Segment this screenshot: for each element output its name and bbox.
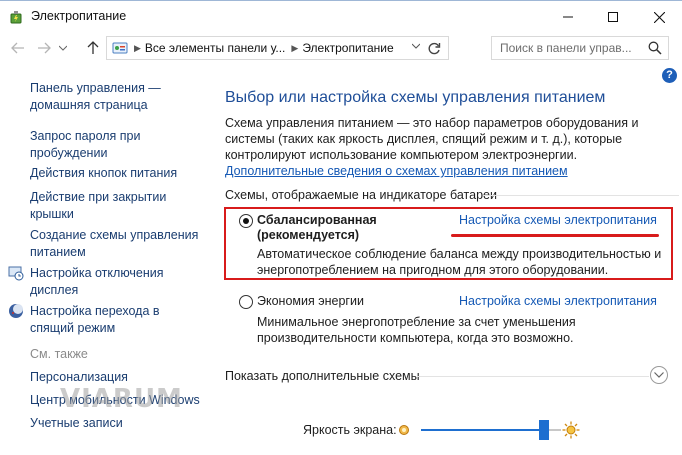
power-battery-icon: [10, 11, 22, 24]
show-more-plans[interactable]: Показать дополнительные схемы: [225, 369, 420, 383]
control-panel-icon: [112, 42, 128, 54]
brightness-slider-thumb[interactable]: [539, 420, 550, 440]
maximize-icon: [608, 12, 618, 22]
search-icon[interactable]: [648, 41, 662, 55]
chevron-down-icon[interactable]: [412, 43, 420, 49]
brightness-high-icon: [562, 421, 580, 439]
minimize-icon: [563, 16, 573, 18]
breadcrumb[interactable]: ▶ Все элементы панели у... ▶ Электропита…: [106, 36, 449, 60]
chevron-down-icon: [59, 45, 67, 51]
plan-balanced-name[interactable]: Сбалансированная (рекомендуется): [257, 213, 447, 243]
page-title: Выбор или настройка схемы управления пит…: [225, 89, 606, 106]
forward-button[interactable]: [34, 38, 54, 58]
section-heading: Схемы, отображаемые на индикаторе батаре…: [225, 188, 497, 202]
see-also-user-accounts[interactable]: Учетные записи: [30, 415, 205, 432]
address-toolbar: ▶ Все элементы панели у... ▶ Электропита…: [0, 33, 682, 63]
close-icon: [653, 11, 665, 23]
plan-power-saver-name[interactable]: Экономия энергии: [257, 294, 364, 309]
up-button[interactable]: [83, 38, 103, 58]
main-content: Выбор или настройка схемы управления пит…: [224, 64, 682, 455]
title-bar: Электропитание: [0, 0, 682, 32]
back-button[interactable]: [8, 38, 28, 58]
sidebar-item-require-password[interactable]: Запрос пароля при пробуждении: [30, 128, 205, 162]
chevron-down-icon: [654, 372, 664, 378]
sidebar-item-sleep[interactable]: Настройка перехода в спящий режим: [30, 303, 205, 337]
plan-power-saver-radio[interactable]: [239, 295, 253, 309]
intro-text: Схема управления питанием — это набор па…: [225, 116, 639, 162]
breadcrumb-power-options[interactable]: Электропитание: [302, 41, 393, 55]
recent-locations-button[interactable]: [56, 38, 70, 58]
sidebar-item-display-off[interactable]: Настройка отключения дисплея: [30, 265, 205, 299]
back-arrow-icon: [11, 42, 24, 54]
forward-arrow-icon: [38, 42, 51, 54]
brightness-label: Яркость экрана:: [303, 423, 397, 437]
intro-paragraph: Схема управления питанием — это набор па…: [225, 115, 655, 179]
brightness-slider-fill: [421, 429, 545, 431]
plan-balanced-radio[interactable]: [239, 214, 253, 228]
sidebar-item-control-panel-home[interactable]: Панель управления — домашняя страница: [30, 80, 205, 114]
minimize-button[interactable]: [545, 1, 591, 33]
sidebar-item-lid-close[interactable]: Действие при закрытии крышки: [30, 189, 205, 223]
see-also-heading: См. также: [30, 347, 88, 361]
sidebar-item-power-buttons[interactable]: Действия кнопок питания: [30, 165, 205, 182]
refresh-icon[interactable]: [426, 41, 442, 57]
breadcrumb-separator: ▶: [291, 42, 299, 53]
watermark: VIARUM: [60, 384, 183, 414]
up-arrow-icon: [87, 41, 99, 54]
highlight-underline: [451, 234, 659, 237]
display-clock-icon: [8, 266, 24, 281]
brightness-low-icon: [399, 425, 409, 435]
more-info-link[interactable]: Дополнительные сведения о схемах управле…: [225, 164, 568, 178]
moon-sleep-icon: [9, 304, 23, 318]
plan-balanced-settings-link[interactable]: Настройка схемы электропитания: [459, 213, 657, 227]
breadcrumb-all-items[interactable]: Все элементы панели у...: [145, 41, 285, 55]
close-button[interactable]: [636, 1, 682, 33]
plan-balanced-description: Автоматическое соблюдение баланса между …: [257, 247, 662, 277]
maximize-button[interactable]: [590, 1, 636, 33]
breadcrumb-separator: ▶: [134, 42, 141, 53]
search-input[interactable]: [500, 41, 650, 55]
search-box[interactable]: [491, 36, 669, 60]
expand-button[interactable]: [650, 366, 668, 384]
plan-power-saver-description: Минимальное энергопотребление за счет ум…: [257, 315, 576, 345]
window-title: Электропитание: [31, 9, 127, 23]
divider: [483, 195, 679, 196]
sidebar-item-create-plan[interactable]: Создание схемы управления питанием: [30, 227, 205, 261]
plan-power-saver-settings-link[interactable]: Настройка схемы электропитания: [459, 294, 657, 308]
divider: [417, 376, 649, 377]
